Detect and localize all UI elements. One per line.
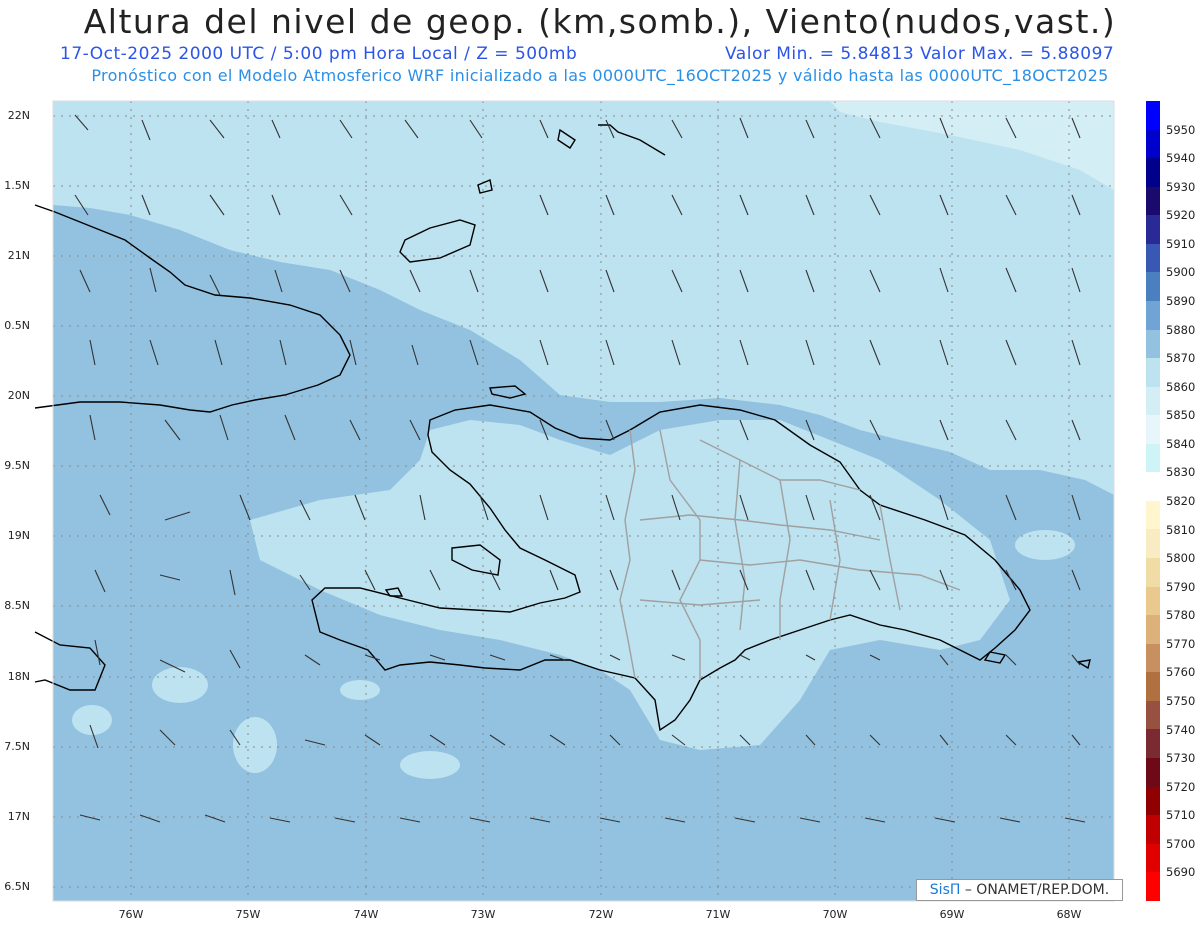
legend-label: 5760 <box>1166 665 1196 680</box>
lat-label: 18N <box>7 670 30 683</box>
legend-swatch <box>1146 272 1160 301</box>
legend-label: 5740 <box>1166 722 1196 737</box>
legend-swatch <box>1146 586 1160 616</box>
lat-label: 6.5N <box>4 880 30 893</box>
legend-label: 5780 <box>1166 608 1196 623</box>
lat-label: 8.5N <box>4 599 30 612</box>
legend-swatch <box>1146 529 1160 558</box>
legend-label: 5810 <box>1166 522 1196 537</box>
legend-label: 5840 <box>1166 436 1196 451</box>
legend-swatch <box>1146 558 1160 587</box>
legend-label: 5940 <box>1166 151 1196 166</box>
lon-label: 75W <box>235 908 261 921</box>
lat-label: 19N <box>7 529 30 542</box>
legend-swatch <box>1146 843 1160 873</box>
legend-swatch <box>1146 729 1160 758</box>
lat-label: 22N <box>7 109 30 122</box>
map-light-patch <box>400 751 460 779</box>
legend-label: 5790 <box>1166 579 1196 594</box>
legend-label: 5750 <box>1166 694 1196 708</box>
legend-label: 5690 <box>1166 865 1196 880</box>
legend-swatch <box>1146 243 1160 273</box>
lon-label: 68W <box>1056 908 1082 921</box>
legend-label: 5900 <box>1166 265 1196 280</box>
legend-swatch <box>1146 329 1160 359</box>
legend-label: 5850 <box>1166 408 1196 423</box>
legend-label: 5860 <box>1166 379 1196 394</box>
legend-swatch <box>1146 500 1160 530</box>
credit-text: – ONAMET/REP.DOM. <box>964 882 1110 898</box>
legend-swatch <box>1146 215 1160 244</box>
legend-swatch <box>1146 386 1160 416</box>
legend-swatch <box>1146 443 1160 473</box>
legend-swatch <box>1146 300 1160 330</box>
legend-swatch <box>1146 186 1160 216</box>
legend-swatch <box>1146 700 1160 730</box>
lon-label: 71W <box>705 908 731 921</box>
map-canvas <box>34 100 1115 902</box>
lon-label: 73W <box>470 908 496 921</box>
legend-swatch <box>1146 472 1160 501</box>
legend-label: 5820 <box>1166 494 1196 508</box>
legend-swatch <box>1146 101 1160 130</box>
map-light-patch <box>340 680 380 700</box>
map-light-patch <box>152 667 208 703</box>
lon-label: 76W <box>118 908 144 921</box>
lat-label: 20N <box>7 389 30 402</box>
legend-label: 5920 <box>1166 208 1196 223</box>
lon-label: 72W <box>588 908 614 921</box>
legend-swatch <box>1146 815 1160 844</box>
legend-label: 5800 <box>1166 551 1196 566</box>
legend-label: 5870 <box>1166 351 1196 366</box>
lat-label: 7.5N <box>4 740 30 753</box>
legend-colorbar <box>1146 101 1160 901</box>
legend-label: 5910 <box>1166 236 1196 251</box>
credit-logo: SisΠ <box>929 882 961 898</box>
legend-label: 5890 <box>1166 294 1196 308</box>
legend-label: 5700 <box>1166 836 1196 851</box>
legend-label: 5730 <box>1166 751 1196 766</box>
legend-swatch <box>1146 158 1160 187</box>
legend-swatch <box>1146 757 1160 787</box>
legend-label: 5770 <box>1166 636 1196 651</box>
legend-swatch <box>1146 672 1160 701</box>
credit-badge: SisΠ – ONAMET/REP.DOM. <box>916 879 1123 901</box>
legend-label: 5720 <box>1166 779 1196 794</box>
legend-swatch <box>1146 872 1160 901</box>
legend-swatch <box>1146 415 1160 444</box>
lat-label: 1.5N <box>4 179 30 192</box>
map-light-patch <box>1015 530 1075 560</box>
lat-label: 17N <box>7 810 30 823</box>
legend-label: 5930 <box>1166 179 1196 194</box>
lon-label: 70W <box>822 908 848 921</box>
lat-label: 0.5N <box>4 319 30 332</box>
legend-label: 5710 <box>1166 808 1196 823</box>
lon-label: 69W <box>939 908 965 921</box>
lat-label: 9.5N <box>4 459 30 472</box>
legend-label: 5880 <box>1166 322 1196 337</box>
legend-swatch <box>1146 358 1160 387</box>
legend-label: 5830 <box>1166 465 1196 480</box>
legend-label: 5950 <box>1166 122 1196 137</box>
legend-swatch <box>1146 643 1160 673</box>
legend-swatch <box>1146 129 1160 159</box>
legend-swatch <box>1146 615 1160 644</box>
lat-label: 21N <box>7 249 30 262</box>
legend-swatch <box>1146 786 1160 816</box>
lon-label: 74W <box>353 908 379 921</box>
